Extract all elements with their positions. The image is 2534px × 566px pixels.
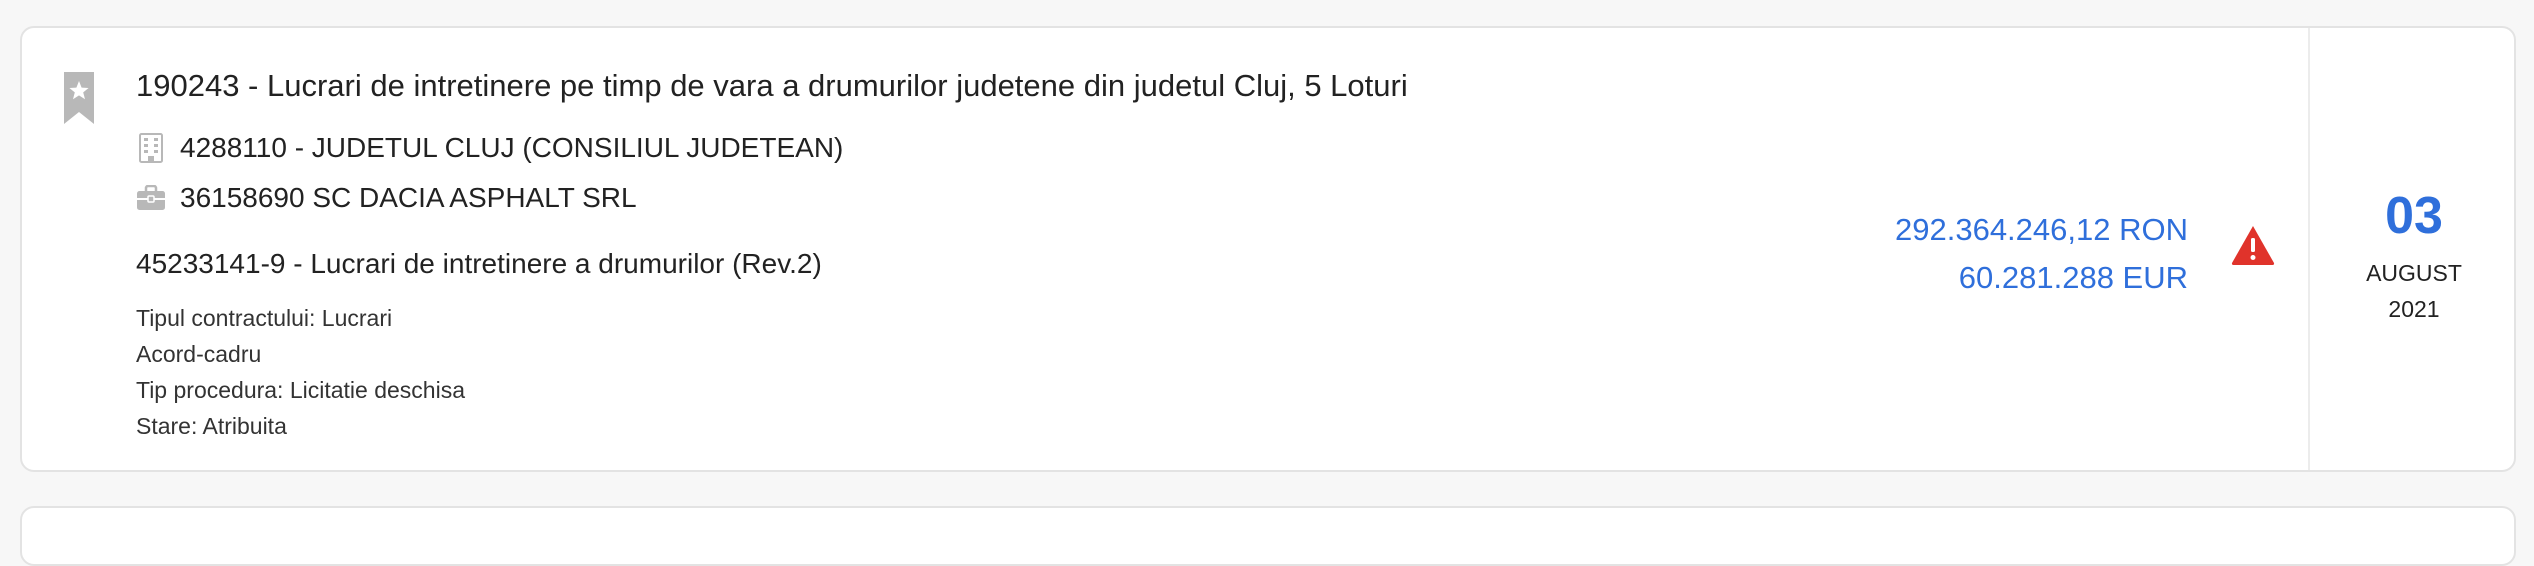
authority-label[interactable]: 4288110 - JUDETUL CLUJ (CONSILIUL JUDETE… [180, 132, 843, 164]
contract-value: 292.364.246,12 RON 60.281.288 EUR [1895, 206, 2188, 302]
award-date: 03 AUGUST 2021 [2308, 28, 2514, 470]
framework-agreement: Acord-cadru [136, 341, 262, 367]
building-icon [136, 133, 166, 163]
supplier: 36158690 SC DACIA ASPHALT SRL [136, 178, 637, 218]
bookmark-star-icon[interactable] [64, 72, 94, 124]
date-day: 03 [2385, 187, 2443, 245]
contracting-authority: 4288110 - JUDETUL CLUJ (CONSILIUL JUDETE… [136, 128, 843, 168]
tender-status: Stare: Atribuita [136, 413, 287, 439]
contract-type: Tipul contractului: Lucrari [136, 305, 393, 331]
next-tender-card[interactable] [20, 506, 2516, 566]
date-month: AUGUST [2366, 260, 2462, 286]
tender-details: Tipul contractului: Lucrari Acord-cadru … [136, 300, 465, 444]
tender-title[interactable]: 190243 - Lucrari de intretinere pe timp … [136, 64, 1408, 108]
tender-card[interactable]: 190243 - Lucrari de intretinere pe timp … [20, 26, 2516, 472]
procedure-type: Tip procedura: Licitatie deschisa [136, 377, 465, 403]
supplier-label[interactable]: 36158690 SC DACIA ASPHALT SRL [180, 182, 637, 214]
warning-icon[interactable] [2230, 224, 2276, 266]
date-year: 2021 [2388, 296, 2440, 322]
briefcase-icon [136, 183, 166, 213]
value-ron: 292.364.246,12 RON [1895, 212, 2188, 247]
value-eur: 60.281.288 EUR [1958, 260, 2188, 295]
cpv-code: 45233141-9 - Lucrari de intretinere a dr… [136, 248, 822, 279]
